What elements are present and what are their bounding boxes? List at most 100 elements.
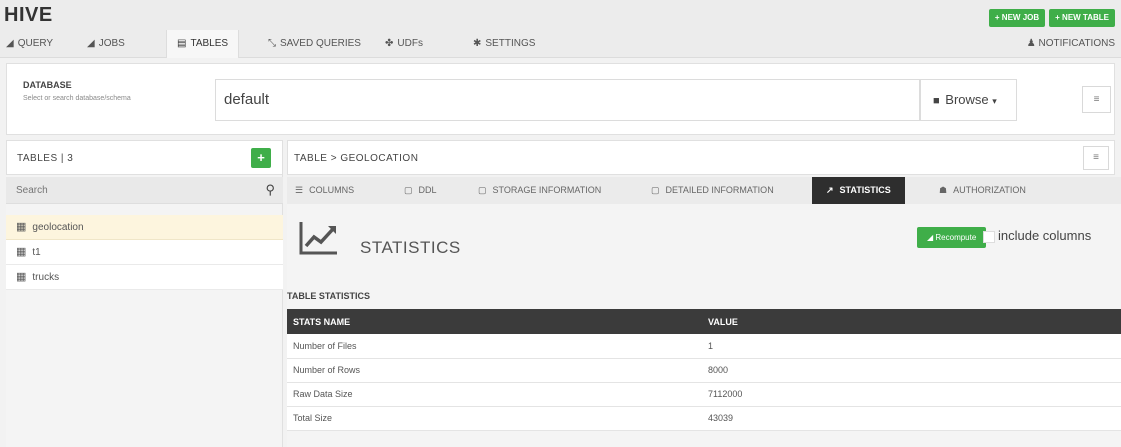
database-panel: DATABASE Select or search database/schem… <box>6 63 1115 135</box>
app-title: HIVE <box>4 4 53 26</box>
table-row: Number of Files 1 <box>287 334 1121 359</box>
breadcrumb: TABLE > GEOLOCATION <box>294 153 419 164</box>
nav-item-tables[interactable]: ▤ TABLES <box>166 30 240 58</box>
browse-button[interactable]: ■ Browse ▾ <box>920 79 1017 121</box>
tab-label: STORAGE INFORMATION <box>492 185 602 195</box>
nav-item-settings[interactable]: ✱ SETTINGS <box>473 30 535 58</box>
browse-label: Browse <box>945 92 989 107</box>
nav-item-jobs[interactable]: ◢ JOBS <box>87 30 125 58</box>
list-icon: ☰ <box>295 185 304 195</box>
table-statistics-label: TABLE STATISTICS <box>287 291 370 301</box>
top-actions: + NEW JOB + NEW TABLE <box>988 9 1115 27</box>
tab-label: STATISTICS <box>839 185 891 195</box>
file-icon: ▢ <box>404 185 413 195</box>
table-icon: ▦ <box>16 271 27 283</box>
tables-panel: TABLES | 3 + ⚲ ▦ geolocation ▦ t1 ▦ trucks <box>6 140 283 447</box>
stats-name-cell: Number of Files <box>287 334 702 359</box>
paper-plane-icon: ◢ <box>6 38 14 49</box>
tab-label: AUTHORIZATION <box>953 185 1026 195</box>
table-icon: ▤ <box>177 38 187 49</box>
table-row: Number of Rows 8000 <box>287 358 1121 383</box>
caret-down-icon: ▾ <box>992 96 997 106</box>
table-detail-panel: TABLE > GEOLOCATION ≡ ☰ COLUMNS ▢ DDL ▢ STO… <box>287 140 1121 447</box>
file-icon: ▢ <box>478 185 487 195</box>
paper-plane-icon: ◢ <box>927 233 934 242</box>
table-list: ▦ geolocation ▦ t1 ▦ trucks <box>6 215 283 290</box>
tab-label: COLUMNS <box>309 185 355 195</box>
table-search-input[interactable] <box>6 177 246 204</box>
function-icon: ✤ <box>385 38 394 49</box>
stats-value-cell: 8000 <box>702 358 1121 383</box>
gear-icon: ✱ <box>473 38 482 49</box>
tab-statistics[interactable]: ↗ STATISTICS <box>812 177 905 204</box>
nav-item-label: QUERY <box>17 38 54 49</box>
users-icon: ☗ <box>939 185 948 195</box>
table-detail-header: TABLE > GEOLOCATION ≡ <box>287 140 1115 175</box>
link-icon: ⤡ <box>268 38 276 49</box>
add-table-button[interactable]: + <box>251 148 271 168</box>
tab-authorization[interactable]: ☗ AUTHORIZATION <box>939 177 1026 204</box>
search-icon[interactable]: ⚲ <box>265 182 275 198</box>
nav-item-label: TABLES <box>190 38 229 49</box>
tab-storage-information[interactable]: ▢ STORAGE INFORMATION <box>478 177 601 204</box>
nav-item-query[interactable]: ◢ QUERY <box>6 30 53 58</box>
stats-name-cell: Number of Rows <box>287 358 702 383</box>
menu-icon: ≡ <box>1093 152 1099 163</box>
column-header-value: VALUE <box>702 309 1121 334</box>
table-item-geolocation[interactable]: ▦ geolocation <box>6 215 283 240</box>
top-bar: HIVE + NEW JOB + NEW TABLE <box>0 0 1121 30</box>
new-job-button[interactable]: + NEW JOB <box>988 9 1046 27</box>
database-menu-button[interactable]: ≡ <box>1082 86 1111 113</box>
plus-icon: + <box>257 150 265 165</box>
statistics-content: STATISTICS ◢ Recompute include columns T… <box>287 204 1121 447</box>
stats-value-cell: 43039 <box>702 406 1121 431</box>
tab-detailed-information[interactable]: ▢ DETAILED INFORMATION <box>651 177 774 204</box>
line-chart-icon <box>299 220 339 259</box>
table-menu-button[interactable]: ≡ <box>1083 146 1109 170</box>
nav-item-label: UDFs <box>397 38 423 49</box>
new-table-button[interactable]: + NEW TABLE <box>1049 9 1115 27</box>
recompute-button[interactable]: ◢ Recompute <box>917 227 987 248</box>
database-input[interactable]: default <box>215 79 920 121</box>
detail-tabs: ☰ COLUMNS ▢ DDL ▢ STORAGE INFORMATION ▢ DETA… <box>287 177 1121 204</box>
nav-item-label: SETTINGS <box>485 38 536 49</box>
stats-name-cell: Raw Data Size <box>287 382 702 407</box>
tab-label: DETAILED INFORMATION <box>665 185 774 195</box>
table-icon: ▦ <box>16 246 27 258</box>
recompute-label: Recompute <box>935 233 977 242</box>
notifications-link[interactable]: ♟ NOTIFICATIONS <box>1027 30 1115 58</box>
include-columns-label: include columns <box>998 228 1092 243</box>
notifications-label: NOTIFICATIONS <box>1038 38 1115 49</box>
stats-value-cell: 1 <box>702 334 1121 359</box>
folder-icon: ■ <box>933 95 940 107</box>
nav-item-saved-queries[interactable]: ⤡ SAVED QUERIES <box>268 30 361 58</box>
nav-item-udfs[interactable]: ✤ UDFs <box>385 30 423 58</box>
table-row: Total Size 43039 <box>287 406 1121 431</box>
stats-value-cell: 7112000 <box>702 382 1121 407</box>
statistics-table: STATS NAME VALUE Number of Files 1 Numbe… <box>287 309 1121 431</box>
nav-item-label: JOBS <box>98 38 125 49</box>
table-item-label: t1 <box>32 247 41 258</box>
tables-count-title: TABLES | 3 <box>17 153 74 164</box>
statistics-heading: STATISTICS <box>360 238 461 257</box>
file-icon: ▢ <box>651 185 660 195</box>
tab-columns[interactable]: ☰ COLUMNS <box>295 177 354 204</box>
line-chart-icon: ↗ <box>826 185 834 195</box>
tables-panel-header: TABLES | 3 + <box>6 140 283 175</box>
database-help-text: Select or search database/schema <box>23 95 131 102</box>
stats-name-cell: Total Size <box>287 406 702 431</box>
table-row: Raw Data Size 7112000 <box>287 382 1121 407</box>
main-nav: ◢ QUERY ◢ JOBS ▤ TABLES ⤡ SAVED QUERIES ✤ UDF… <box>0 30 1121 58</box>
tab-ddl[interactable]: ▢ DDL <box>404 177 437 204</box>
table-item-t1[interactable]: ▦ t1 <box>6 240 283 265</box>
table-header-row: STATS NAME VALUE <box>287 309 1121 334</box>
paper-plane-icon: ◢ <box>87 38 95 49</box>
table-item-label: trucks <box>32 272 60 283</box>
database-label: DATABASE <box>23 80 72 90</box>
menu-icon: ≡ <box>1093 94 1100 105</box>
table-search: ⚲ <box>6 177 283 204</box>
table-item-trucks[interactable]: ▦ trucks <box>6 265 283 290</box>
include-columns-checkbox[interactable] <box>983 231 995 243</box>
table-item-label: geolocation <box>32 222 84 233</box>
nav-item-label: SAVED QUERIES <box>280 38 361 49</box>
